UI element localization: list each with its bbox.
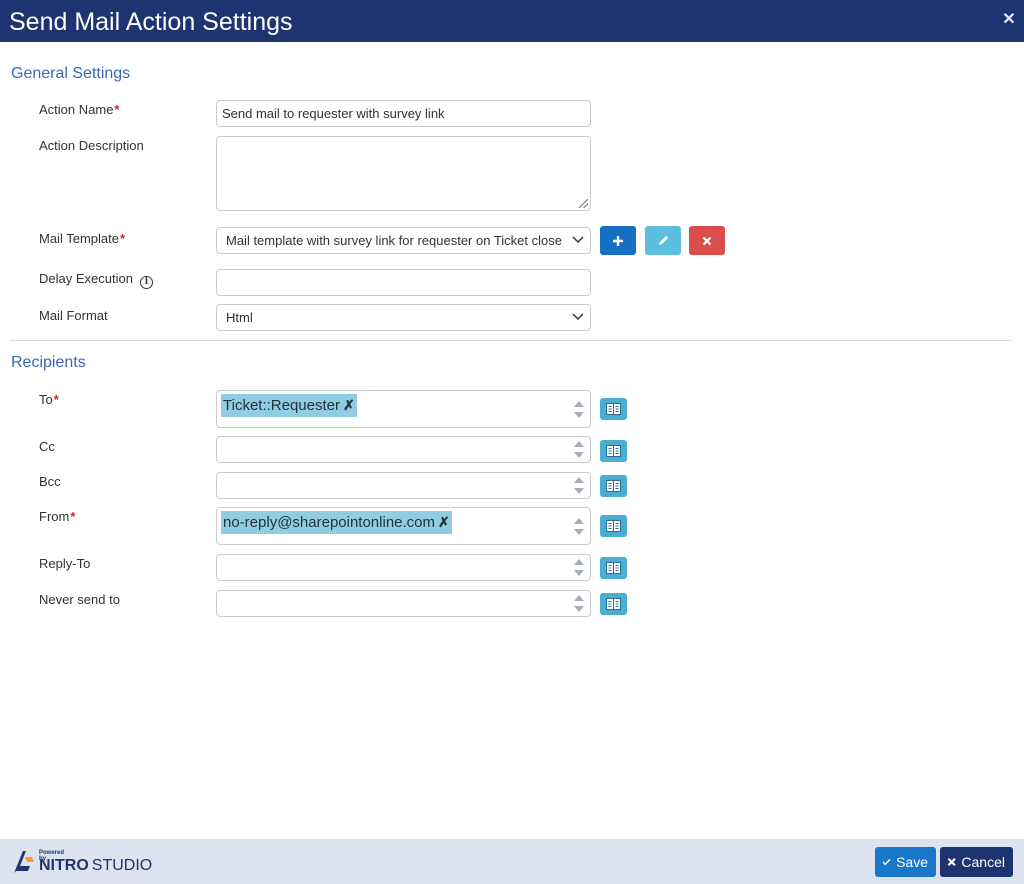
- mail-template-value: Mail template with survey link for reque…: [226, 233, 562, 248]
- remove-tag-icon[interactable]: ✗: [438, 514, 450, 530]
- from-label: From*: [39, 509, 76, 524]
- x-icon: [702, 236, 712, 245]
- spinner[interactable]: [572, 555, 586, 580]
- reply-to-address-book-button[interactable]: [600, 557, 627, 579]
- brand-logo: Powered by NITRO STUDIO: [12, 848, 152, 876]
- check-icon: [882, 858, 891, 866]
- cc-label: Cc: [39, 439, 55, 454]
- close-icon[interactable]: ✕: [1002, 11, 1016, 29]
- cancel-label: Cancel: [961, 854, 1005, 870]
- bcc-label: Bcc: [39, 474, 61, 489]
- from-address-book-button[interactable]: [600, 515, 627, 537]
- save-label: Save: [896, 854, 928, 870]
- never-send-to-field[interactable]: [216, 590, 591, 617]
- brand-name: NITRO STUDIO: [39, 857, 153, 874]
- arrow-up-icon[interactable]: [574, 400, 584, 407]
- bcc-field[interactable]: [216, 472, 591, 499]
- dialog-title: Send Mail Action Settings: [9, 8, 293, 36]
- cancel-button[interactable]: Cancel: [940, 847, 1013, 877]
- to-label: To*: [39, 392, 59, 407]
- mail-format-label: Mail Format: [39, 308, 108, 323]
- arrow-down-icon[interactable]: [574, 411, 584, 418]
- dialog-footer: Powered by NITRO STUDIO Save Cancel: [0, 839, 1024, 884]
- add-template-button[interactable]: [600, 226, 636, 255]
- action-description-label: Action Description: [39, 138, 144, 153]
- cc-address-book-button[interactable]: [600, 440, 627, 462]
- arrow-up-icon[interactable]: [574, 595, 584, 601]
- mail-template-label: Mail Template*: [39, 231, 126, 246]
- spinner[interactable]: [572, 391, 586, 427]
- save-button[interactable]: Save: [875, 847, 936, 877]
- from-field[interactable]: no-reply@sharepointonline.com ✗: [216, 507, 591, 545]
- arrow-up-icon[interactable]: [574, 517, 584, 524]
- nitro-logo-icon: [14, 851, 34, 873]
- spinner[interactable]: [572, 591, 586, 616]
- delay-execution-input[interactable]: [216, 269, 591, 296]
- address-book-icon: [606, 445, 621, 457]
- arrow-up-icon[interactable]: [574, 559, 584, 565]
- chevron-down-icon: [572, 313, 584, 321]
- arrow-down-icon[interactable]: [574, 570, 584, 576]
- address-book-icon: [606, 403, 621, 415]
- arrow-up-icon[interactable]: [574, 477, 584, 483]
- reply-to-label: Reply-To: [39, 556, 91, 571]
- address-book-icon: [606, 480, 621, 492]
- arrow-down-icon[interactable]: [574, 528, 584, 535]
- cc-field[interactable]: [216, 436, 591, 463]
- never-send-to-address-book-button[interactable]: [600, 593, 627, 615]
- address-book-icon: [606, 598, 621, 610]
- remove-tag-icon[interactable]: ✗: [343, 397, 355, 413]
- action-name-label: Action Name*: [39, 102, 120, 117]
- arrow-down-icon[interactable]: [574, 452, 584, 458]
- chevron-down-icon: [572, 236, 584, 244]
- x-icon: [947, 857, 956, 867]
- bcc-address-book-button[interactable]: [600, 475, 627, 497]
- recipient-tag: no-reply@sharepointonline.com ✗: [221, 511, 452, 534]
- address-book-icon: [606, 562, 621, 574]
- delay-execution-label: Delay Execution i: [39, 271, 153, 289]
- mail-template-select[interactable]: Mail template with survey link for reque…: [216, 227, 591, 254]
- spinner[interactable]: [572, 508, 586, 544]
- address-book-icon: [606, 520, 621, 532]
- to-field[interactable]: Ticket::Requester ✗: [216, 390, 591, 428]
- arrow-up-icon[interactable]: [574, 441, 584, 447]
- delete-template-button[interactable]: [689, 226, 725, 255]
- reply-to-field[interactable]: [216, 554, 591, 581]
- section-divider: [10, 340, 1012, 341]
- plus-icon: [613, 235, 623, 246]
- action-description-textarea[interactable]: [216, 136, 591, 211]
- section-title-general: General Settings: [11, 65, 131, 82]
- pencil-icon: [658, 236, 668, 246]
- edit-template-button[interactable]: [645, 226, 681, 255]
- dialog-titlebar: Send Mail Action Settings ✕: [0, 0, 1024, 42]
- recipient-tag: Ticket::Requester ✗: [221, 394, 357, 417]
- section-title-recipients: Recipients: [11, 354, 86, 371]
- to-address-book-button[interactable]: [600, 398, 627, 420]
- spinner[interactable]: [572, 473, 586, 498]
- spinner[interactable]: [572, 437, 586, 462]
- resize-grip-icon[interactable]: [579, 199, 588, 208]
- never-send-to-label: Never send to: [39, 592, 120, 607]
- info-icon[interactable]: i: [139, 276, 153, 289]
- arrow-down-icon[interactable]: [574, 606, 584, 612]
- mail-format-select[interactable]: Html: [216, 304, 591, 331]
- mail-format-value: Html: [226, 310, 253, 325]
- arrow-down-icon[interactable]: [574, 488, 584, 494]
- action-name-input[interactable]: Send mail to requester with survey link: [216, 100, 591, 127]
